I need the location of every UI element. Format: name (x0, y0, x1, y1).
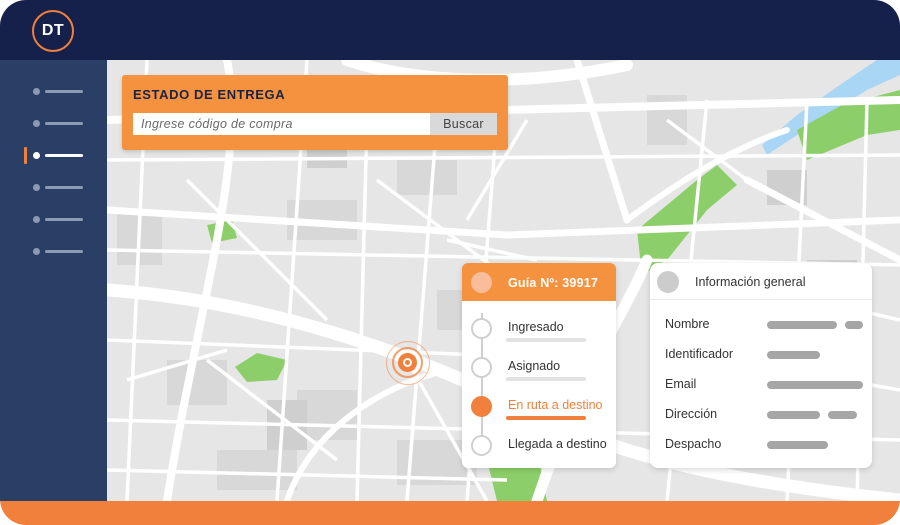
step-label: En ruta a destino (508, 398, 603, 412)
delivery-status-panel: ESTADO DE ENTREGA Buscar (122, 75, 508, 150)
value-placeholder (767, 321, 837, 329)
info-title: Información general (695, 275, 806, 289)
info-row-identifier: Identificador (650, 345, 872, 365)
menu-line-icon (45, 90, 83, 93)
purchase-code-input[interactable] (133, 113, 430, 135)
search-button[interactable]: Buscar (430, 113, 497, 135)
pin-core (398, 353, 417, 372)
info-row-address: Dirección (650, 405, 872, 425)
logo[interactable]: DT (32, 10, 74, 52)
sidebar-item-1[interactable] (24, 85, 90, 99)
step-label: Asignado (508, 359, 561, 373)
info-row-name: Nombre (650, 315, 872, 335)
menu-line-icon (45, 186, 83, 189)
menu-dot-icon (33, 152, 40, 159)
value-placeholder (845, 321, 863, 329)
value-placeholder (767, 411, 820, 419)
menu-line-icon (45, 218, 83, 221)
menu-dot-icon (33, 184, 40, 191)
app-frame: DT ESTADO DE ENTREGA Ingrese código de c… (0, 0, 900, 525)
sidebar-item-6[interactable] (24, 245, 90, 259)
sidebar-item-5[interactable] (24, 213, 90, 227)
field-label: Email (665, 377, 697, 391)
tracking-step-active: En ruta a destino (462, 396, 616, 426)
menu-dot-icon (33, 248, 40, 255)
value-placeholder (767, 381, 863, 389)
step-circle-icon (471, 357, 492, 378)
sidebar (0, 60, 107, 501)
value-placeholder (828, 411, 857, 419)
general-info-card: Información general Nombre Identificador… (650, 263, 872, 468)
info-header: Información general (650, 263, 872, 300)
menu-dot-icon (33, 216, 40, 223)
location-pin-icon[interactable] (386, 341, 430, 385)
tracking-card: Guía Nº: 39917 Ingresado Asignado En rut… (462, 263, 616, 468)
step-circle-icon (471, 396, 492, 417)
value-placeholder (767, 351, 820, 359)
menu-dot-icon (33, 88, 40, 95)
field-label: Despacho (665, 437, 722, 451)
tracking-step: Ingresado (462, 318, 616, 348)
value-placeholder (767, 441, 828, 449)
sidebar-item-2[interactable] (24, 117, 90, 131)
tracking-step: Llegada a destino (462, 435, 616, 465)
field-label: Identificador (665, 347, 734, 361)
field-label: Dirección (665, 407, 718, 421)
menu-dot-icon (33, 120, 40, 127)
step-underline (506, 377, 586, 381)
sidebar-item-3[interactable] (24, 147, 90, 164)
info-row-dispatch: Despacho (650, 435, 872, 455)
tracking-number: Guía Nº: 39917 (508, 276, 599, 290)
header-circle-icon (471, 272, 492, 293)
menu-line-icon (45, 122, 83, 125)
step-label: Ingresado (508, 320, 564, 334)
tracking-step: Asignado (462, 357, 616, 387)
tracking-header: Guía Nº: 39917 (462, 263, 616, 301)
field-label: Nombre (665, 317, 710, 331)
bottom-bar (0, 501, 900, 525)
avatar (657, 271, 679, 293)
top-bar: DT (0, 0, 900, 60)
menu-line-icon (45, 154, 83, 157)
step-circle-icon (471, 435, 492, 456)
active-marker (24, 147, 27, 164)
panel-title: ESTADO DE ENTREGA (133, 87, 286, 102)
sidebar-item-4[interactable] (24, 181, 90, 195)
step-underline (506, 338, 586, 342)
info-row-email: Email (650, 375, 872, 395)
menu-line-icon (45, 250, 83, 253)
step-label: Llegada a destino (508, 437, 607, 451)
step-underline (506, 416, 586, 420)
step-circle-icon (471, 318, 492, 339)
